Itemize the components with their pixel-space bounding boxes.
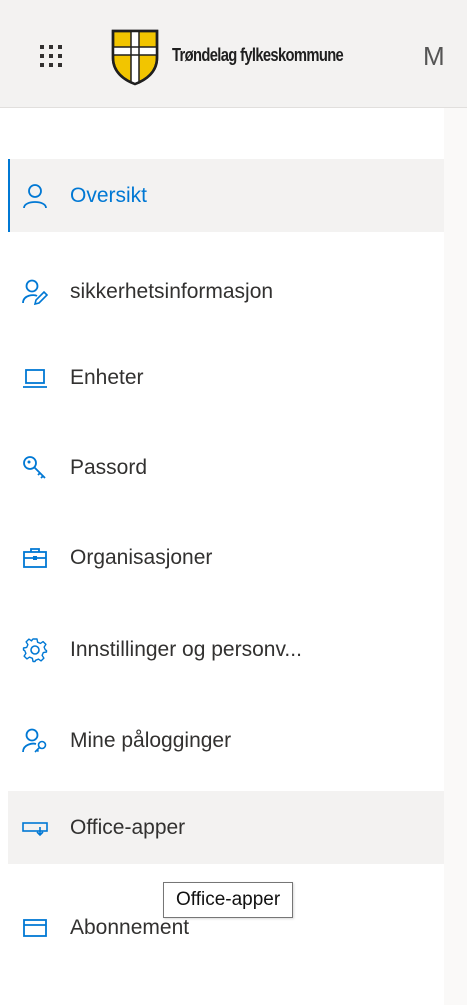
nav-item-mine-palogginger[interactable]: Mine pålogginger	[8, 704, 444, 777]
nav-item-label: Oversikt	[70, 183, 148, 207]
top-bar: Trøndelag fylkeskommune M	[0, 0, 467, 108]
nav-item-label: Enheter	[70, 365, 144, 389]
nav-item-label: Organisasjoner	[70, 545, 213, 569]
person-key-icon	[22, 728, 47, 753]
nav-item-label: Passord	[70, 455, 148, 479]
nav-item-oversikt[interactable]: Oversikt	[8, 159, 444, 232]
nav-item-office-apper[interactable]: Office-apper	[8, 791, 444, 864]
left-navigation: Oversikt sikkerhetsinformasjon Enheter P…	[0, 108, 444, 1005]
nav-item-label: Office-apper	[70, 815, 186, 839]
person-edit-icon	[22, 279, 48, 305]
nav-item-label: Innstillinger og personv...	[70, 637, 302, 661]
key-icon	[23, 455, 46, 479]
main-content-area	[444, 108, 467, 1005]
gear-icon	[22, 637, 48, 662]
nav-item-label: Mine pålogginger	[70, 728, 232, 752]
app-launcher-icon[interactable]	[37, 42, 65, 70]
briefcase-icon	[23, 547, 47, 568]
laptop-icon	[23, 368, 47, 388]
nav-item-label: Abonnement	[70, 915, 190, 939]
nav-item-passord[interactable]: Passord	[8, 431, 444, 504]
page-title-truncated: M	[423, 41, 445, 71]
nav-item-sikkerhetsinformasjon[interactable]: sikkerhetsinformasjon	[8, 255, 444, 328]
person-icon	[23, 183, 47, 208]
organization-name[interactable]: Trøndelag fylkeskommune	[172, 45, 344, 66]
nav-item-enheter[interactable]: Enheter	[8, 341, 444, 414]
credit-card-icon	[23, 918, 47, 937]
nav-item-label: sikkerhetsinformasjon	[70, 279, 274, 303]
nav-item-innstillinger[interactable]: Innstillinger og personv...	[8, 613, 444, 686]
tooltip: Office-apper	[163, 882, 294, 918]
office-apps-icon	[22, 821, 48, 836]
trondelag-coat-of-arms-icon[interactable]	[110, 28, 160, 86]
nav-item-organisasjoner[interactable]: Organisasjoner	[8, 521, 444, 594]
